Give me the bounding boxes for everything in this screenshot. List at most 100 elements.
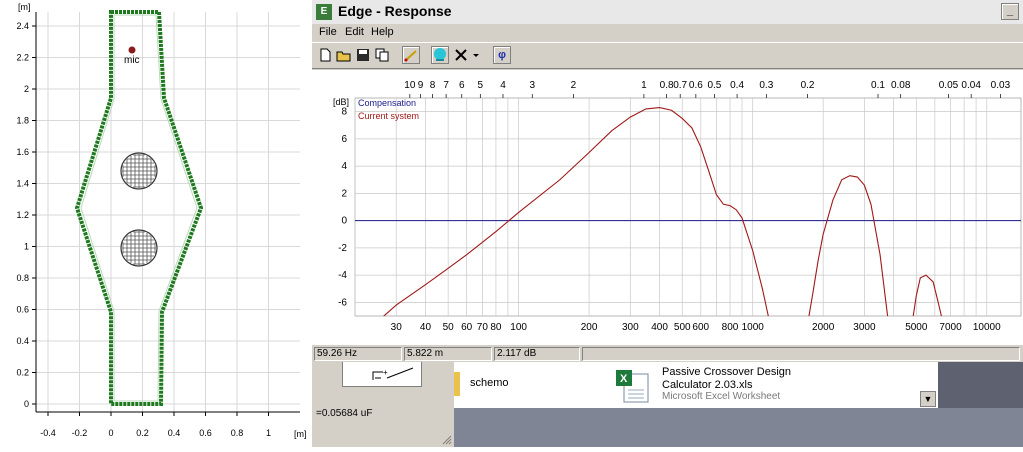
save-icon[interactable] <box>354 46 372 64</box>
layout-y-tick-label: 1.4 <box>16 179 29 189</box>
response-y-tick-label: 2 <box>341 188 347 199</box>
phi-icon[interactable]: φ <box>493 46 511 64</box>
response-x-tick-label: 50 <box>443 322 455 333</box>
folder-icon <box>454 372 460 396</box>
mic-marker <box>128 46 136 54</box>
desktop-background <box>938 362 1023 408</box>
response-x-tick-label: 40 <box>420 322 432 333</box>
response-x-tick-label: 500 <box>674 322 691 333</box>
capacitance-value: =0.05684 uF <box>316 408 373 419</box>
response-y-tick-label: 4 <box>341 161 347 172</box>
layout-y-tick-label: 2.2 <box>16 53 29 63</box>
response-top-tick-label: 0.05 <box>939 80 959 91</box>
desktop-area <box>454 408 1023 447</box>
dropdown-arrow-icon[interactable] <box>471 46 481 64</box>
response-top-tick-label: 4 <box>500 80 506 91</box>
pencil-icon[interactable] <box>402 46 420 64</box>
layout-x-tick-label: 0 <box>108 428 113 438</box>
app-icon: E <box>316 4 332 20</box>
open-folder-icon[interactable] <box>335 46 353 64</box>
response-x-tick-label: 600 <box>692 322 709 333</box>
response-x-tick-label: 1000 <box>742 322 765 333</box>
response-x-tick-label: 7000 <box>939 322 962 333</box>
layout-y-tick-label: 1.2 <box>16 210 29 220</box>
layout-y-tick-label: 1 <box>24 242 29 252</box>
response-x-tick-label: 200 <box>581 322 598 333</box>
svg-text:X: X <box>620 373 628 385</box>
x-unit-label: [m] <box>294 429 307 439</box>
response-top-tick-label: 9 <box>418 80 424 91</box>
response-x-tick-label: 60 <box>461 322 473 333</box>
layout-y-tick-label: 0.8 <box>16 273 29 283</box>
response-top-tick-label: 0.1 <box>871 80 885 91</box>
response-top-tick-label: 0.8 <box>660 80 674 91</box>
status-empty <box>582 347 1020 361</box>
layout-y-tick-label: 1.6 <box>16 147 29 157</box>
file-item-xls-name[interactable]: Passive Crossover Design Calculator 2.03… <box>662 366 812 392</box>
crossover-panel: + =0.05684 uF <box>310 362 454 447</box>
response-top-tick-label: 0.3 <box>759 80 773 91</box>
minimize-button[interactable]: _ <box>1001 3 1019 20</box>
menu-bar: File Edit Help <box>312 24 1023 42</box>
layout-y-tick-label: 2.4 <box>16 21 29 31</box>
response-top-tick-label: 6 <box>459 80 465 91</box>
layout-y-tick-label: 0.4 <box>16 336 29 346</box>
toolbar: φ <box>312 42 1023 69</box>
layout-y-tick-label: 0 <box>24 399 29 409</box>
response-x-tick-label: 10000 <box>973 322 1001 333</box>
layout-x-tick-label: 1 <box>266 428 271 438</box>
response-top-tick-label: 0.7 <box>673 80 687 91</box>
status-bar: 59.26 Hz 5.822 m 2.117 dB <box>312 344 1023 363</box>
layout-y-tick-label: 1.8 <box>16 116 29 126</box>
menu-edit[interactable]: Edit <box>345 26 364 38</box>
title-bar[interactable]: E Edge - Response _ <box>312 0 1023 25</box>
driver-lower <box>120 229 158 267</box>
scroll-down-button[interactable]: ▼ <box>920 391 936 407</box>
y-unit-label: [m] <box>18 2 31 12</box>
layout-x-tick-label: -0.2 <box>72 428 88 438</box>
layout-x-tick-label: 0.4 <box>168 428 181 438</box>
response-top-tick-label: 10 <box>404 80 416 91</box>
response-top-tick-label: 7 <box>443 80 449 91</box>
copy-icon[interactable] <box>373 46 391 64</box>
response-y-tick-label: 8 <box>341 107 347 118</box>
response-y-tick-label: -4 <box>338 270 347 281</box>
edge-response-window: E Edge - Response _ File Edit Help φ 8 6… <box>310 0 1023 363</box>
close-x-icon[interactable] <box>452 46 470 64</box>
status-frequency: 59.26 Hz <box>314 347 402 361</box>
menu-help[interactable]: Help <box>371 26 394 38</box>
response-x-tick-label: 70 <box>477 322 489 333</box>
window-title: Edge - Response <box>338 3 452 19</box>
response-top-tick-label: 0.5 <box>707 80 721 91</box>
mic-label: mic <box>124 55 140 66</box>
response-x-tick-label: 800 <box>722 322 739 333</box>
new-file-icon[interactable] <box>316 46 334 64</box>
response-x-tick-label: 3000 <box>853 322 876 333</box>
layout-y-tick-label: 0.2 <box>16 368 29 378</box>
capacitor-schematic-icon: + <box>372 367 414 380</box>
response-top-tick-label: 0.4 <box>730 80 744 91</box>
file-explorer-pane: schemo X Passive Crossover Design Calcul… <box>454 362 938 408</box>
response-y-tick-label: 6 <box>341 134 347 145</box>
legend-current-system: Current system <box>358 111 419 121</box>
response-top-tick-label: 3 <box>529 80 535 91</box>
response-top-tick-label: 0.6 <box>689 80 703 91</box>
response-plot[interactable]: 8 6 4 2 0 -2 -4 -6 30 40 50 60 70 80 100 200 300 400 500 60… <box>312 70 1023 344</box>
layout-x-tick-label: 0.8 <box>231 428 244 438</box>
response-y-tick-label: 0 <box>341 216 347 227</box>
excel-file-icon[interactable]: X <box>614 368 654 404</box>
response-top-tick-label: 5 <box>478 80 484 91</box>
menu-file[interactable]: File <box>319 26 337 38</box>
response-top-tick-label: 2 <box>571 80 577 91</box>
sphere-icon[interactable] <box>431 46 449 64</box>
response-top-tick-label: 0.08 <box>891 80 911 91</box>
status-level: 2.117 dB <box>494 347 580 361</box>
driver-upper <box>120 152 158 190</box>
response-top-tick-label: 0.2 <box>801 80 815 91</box>
response-x-tick-label: 300 <box>622 322 639 333</box>
response-x-tick-label: 2000 <box>812 322 835 333</box>
response-y-tick-label: -6 <box>338 297 347 308</box>
resize-grip-icon[interactable] <box>442 435 452 445</box>
file-item-schemo[interactable]: schemo <box>470 377 509 389</box>
layout-x-tick-label: -0.4 <box>40 428 56 438</box>
